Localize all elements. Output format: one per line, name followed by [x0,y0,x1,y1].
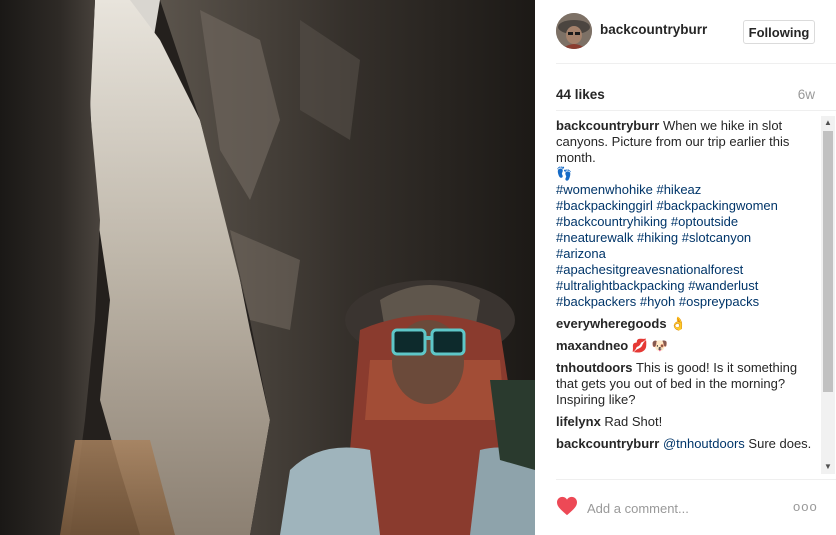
comment-text: 👌 [670,316,687,331]
hashtag-line: #apachesitgreavesnationalforest [556,262,818,278]
comment-username[interactable]: lifelynx [556,414,601,429]
post-details-panel: backcountryburr Following 44 likes 6w ba… [535,0,836,535]
hashtag[interactable]: #wanderlust [688,278,758,293]
divider [556,110,836,111]
following-button[interactable]: Following [743,20,815,44]
avatar-image [556,13,592,49]
hashtag[interactable]: #ospreypacks [679,294,759,309]
avatar[interactable] [556,13,592,49]
scroll-down-arrow-icon[interactable]: ▼ [821,460,835,474]
comment-text: Sure does. [748,436,812,451]
comment-text: 💋 🐶 [631,338,668,353]
post-age[interactable]: 6w [798,87,815,102]
comments-scrollbar[interactable]: ▲ ▼ [821,116,835,474]
hashtag[interactable]: #backcountryhiking [556,214,667,229]
hashtag[interactable]: #arizona [556,246,606,261]
scroll-thumb[interactable] [823,131,833,392]
hashtag[interactable]: #optoutside [671,214,738,229]
comment: lifelynx Rad Shot! [556,414,818,430]
comment-text: Rad Shot! [604,414,663,429]
hashtag[interactable]: #backpackingwomen [656,198,777,213]
hashtag[interactable]: #neaturewalk [556,230,633,245]
hashtag[interactable]: #slotcanyon [682,230,751,245]
comment: tnhoutdoors This is good! Is it somethin… [556,360,818,408]
comment-mention[interactable]: @tnhoutdoors [663,436,745,451]
post-photo[interactable] [0,0,535,535]
add-comment-input[interactable] [587,498,787,518]
comment: backcountryburr @tnhoutdoors Sure does. [556,436,818,452]
more-options-icon[interactable]: ooo [793,497,817,517]
post-author-username[interactable]: backcountryburr [600,22,707,37]
comment-username[interactable]: tnhoutdoors [556,360,633,375]
like-count[interactable]: 44 likes [556,87,605,102]
comment: everywheregoods 👌 [556,316,818,332]
post-header: backcountryburr Following [535,0,836,63]
comment: maxandneo 💋 🐶 [556,338,818,354]
comment-username[interactable]: backcountryburr [556,436,659,451]
hashtag[interactable]: #backpackinggirl [556,198,653,213]
divider [556,63,836,64]
hashtag-line: #ultralightbackpacking #wanderlust [556,278,818,294]
hashtag[interactable]: #ultralightbackpacking [556,278,685,293]
hashtag[interactable]: #apachesitgreavesnationalforest [556,262,743,277]
hashtag-line: #backcountryhiking #optoutside [556,214,818,230]
hashtag-line: #backpackers #hyoh #ospreypacks [556,294,818,310]
footprints-emoji: 👣 [556,166,573,181]
hashtag[interactable]: #hiking [637,230,678,245]
hashtag-line: #womenwhohike #hikeaz [556,182,818,198]
hashtag[interactable]: #backpackers [556,294,636,309]
comments-list[interactable]: backcountryburr When we hike in slot can… [556,118,818,478]
hashtag[interactable]: #womenwhohike [556,182,653,197]
caption-username[interactable]: backcountryburr [556,118,659,133]
hashtag[interactable]: #hikeaz [656,182,701,197]
hashtag-line: #neaturewalk #hiking #slotcanyon [556,230,818,246]
like-heart-icon[interactable] [556,496,578,516]
slot-canyon-photo [0,0,535,535]
comment-username[interactable]: everywheregoods [556,316,667,331]
divider [556,479,836,480]
hashtag-line: #backpackinggirl #backpackingwomen [556,198,818,214]
caption: backcountryburr When we hike in slot can… [556,118,818,310]
scroll-up-arrow-icon[interactable]: ▲ [821,116,835,130]
comment-username[interactable]: maxandneo [556,338,628,353]
hashtag[interactable]: #hyoh [640,294,675,309]
hashtag-line: #arizona [556,246,818,262]
